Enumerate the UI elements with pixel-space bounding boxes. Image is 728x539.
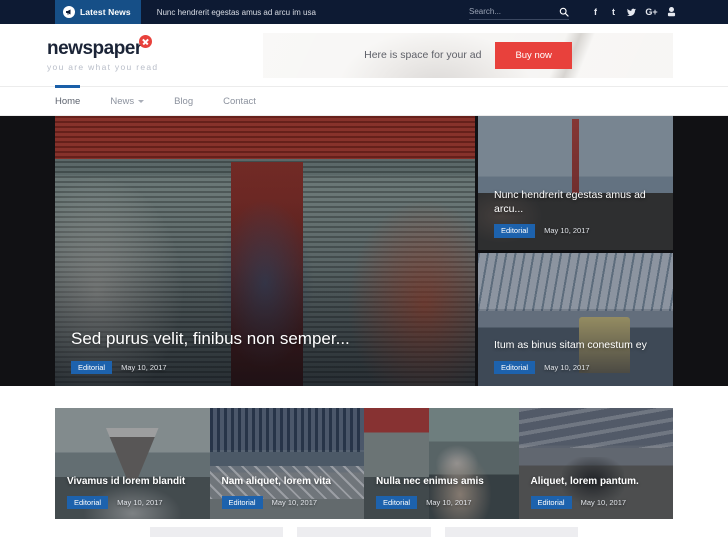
nav-item-blog-label: Blog <box>174 95 194 107</box>
card-title[interactable]: Nulla nec enimus amis <box>376 475 507 489</box>
nav-item-news[interactable]: News <box>95 86 159 116</box>
hero-main-caption: Sed purus velit, finibus non semper... E… <box>55 328 475 386</box>
twitter-icon[interactable] <box>627 6 636 18</box>
publish-date: May 10, 2017 <box>426 497 472 507</box>
hero-side-1-caption: Nunc hendrerit egestas amus ad arcu... E… <box>478 188 673 250</box>
topbar-left-spacer <box>0 0 55 24</box>
brand-name: newspaper <box>47 37 142 59</box>
category-badge[interactable]: Editorial <box>530 495 572 509</box>
article-card[interactable]: Vivamus id lorem blandit Editorial May 1… <box>55 408 210 519</box>
category-badge[interactable]: Editorial <box>376 495 418 509</box>
next-section-placeholder <box>444 527 578 537</box>
social-links: f t G+ <box>591 0 728 24</box>
x-circle-icon <box>138 34 152 48</box>
chevron-down-icon <box>138 100 145 103</box>
next-section-placeholder <box>150 527 284 537</box>
youtube-icon[interactable] <box>667 6 676 18</box>
publish-date: May 10, 2017 <box>117 497 163 507</box>
hero-side-column: Nunc hendrerit egestas amus ad arcu... E… <box>478 116 673 386</box>
nav-item-contact[interactable]: Contact <box>208 86 271 116</box>
nav-item-blog[interactable]: Blog <box>159 86 208 116</box>
card-caption: Nulla nec enimus amis Editorial May 10, … <box>364 475 519 519</box>
article-card-row: Vivamus id lorem blandit Editorial May 1… <box>0 386 728 519</box>
publish-date: May 10, 2017 <box>544 226 590 236</box>
category-badge[interactable]: Editorial <box>494 360 536 374</box>
latest-news-tag[interactable]: Latest News <box>55 0 141 24</box>
buy-now-button[interactable]: Buy now <box>495 41 572 69</box>
card-meta: Editorial May 10, 2017 <box>221 495 353 509</box>
facebook-icon[interactable]: f <box>591 6 600 18</box>
main-navigation: Home News Blog Contact <box>0 85 728 116</box>
search-icon[interactable] <box>559 7 569 17</box>
publish-date: May 10, 2017 <box>544 362 590 372</box>
google-plus-icon[interactable]: G+ <box>645 6 658 18</box>
top-bar: Latest News Nunc hendrerit egestas amus … <box>0 0 728 24</box>
latest-news-label: Latest News <box>80 7 131 17</box>
ad-content: Here is space for your ad Buy now <box>364 41 572 69</box>
megaphone-icon <box>63 6 75 18</box>
article-card[interactable]: Aliquet, lorem pantum. Editorial May 10,… <box>518 408 674 519</box>
card-caption: Vivamus id lorem blandit Editorial May 1… <box>55 475 210 519</box>
nav-item-home[interactable]: Home <box>47 85 95 116</box>
hero-side-1-meta: Editorial May 10, 2017 <box>494 224 657 238</box>
card-meta: Editorial May 10, 2017 <box>530 495 662 509</box>
card-meta: Editorial May 10, 2017 <box>67 495 198 509</box>
article-card[interactable]: Nam aliquet, lorem vita Editorial May 10… <box>209 408 365 519</box>
hero-main-meta: Editorial May 10, 2017 <box>71 360 459 374</box>
hero-main-title[interactable]: Sed purus velit, finibus non semper... <box>71 328 459 351</box>
hero-side-2-caption: Itum as binus sitam conestum ey Editoria… <box>478 338 673 386</box>
category-badge[interactable]: Editorial <box>221 495 263 509</box>
nav-item-home-label: Home <box>55 95 81 107</box>
hero-side-article-1[interactable]: Nunc hendrerit egestas amus ad arcu... E… <box>478 116 673 250</box>
category-badge[interactable]: Editorial <box>494 224 536 238</box>
brand-tagline: you are what you read <box>47 61 159 72</box>
card-meta: Editorial May 10, 2017 <box>376 495 507 509</box>
card-caption: Aliquet, lorem pantum. Editorial May 10,… <box>519 475 674 519</box>
site-logo[interactable]: newspaper you are what you read <box>47 34 159 72</box>
ad-banner[interactable]: Here is space for your ad Buy now <box>263 32 673 78</box>
category-badge[interactable]: Editorial <box>67 495 109 509</box>
tumblr-icon[interactable]: t <box>609 6 618 18</box>
article-card[interactable]: Nulla nec enimus amis Editorial May 10, … <box>364 408 519 519</box>
nav-item-contact-label: Contact <box>223 95 256 107</box>
hero-featured-article[interactable]: Sed purus velit, finibus non semper... E… <box>55 116 475 386</box>
hero-side-1-title[interactable]: Nunc hendrerit egestas amus ad arcu... <box>494 188 657 216</box>
search-box[interactable] <box>469 5 569 20</box>
nav-item-news-label: News <box>110 95 135 107</box>
hero-section: Sed purus velit, finibus non semper... E… <box>0 116 728 386</box>
hero-side-2-title[interactable]: Itum as binus sitam conestum ey <box>494 338 657 352</box>
search-input[interactable] <box>469 7 559 16</box>
next-section-placeholder <box>297 527 431 537</box>
card-title[interactable]: Vivamus id lorem blandit <box>67 475 198 489</box>
card-title[interactable]: Nam aliquet, lorem vita <box>222 475 353 489</box>
publish-date: May 10, 2017 <box>580 497 627 507</box>
category-badge[interactable]: Editorial <box>71 360 113 374</box>
ad-text: Here is space for your ad <box>364 49 482 61</box>
hero-side-2-meta: Editorial May 10, 2017 <box>494 360 657 374</box>
publish-date: May 10, 2017 <box>271 497 318 507</box>
site-header: newspaper you are what you read Here is … <box>0 24 728 86</box>
hero-side-article-2[interactable]: Itum as binus sitam conestum ey Editoria… <box>478 252 673 386</box>
brand-row: newspaper <box>47 34 158 59</box>
card-title[interactable]: Aliquet, lorem pantum. <box>531 475 662 489</box>
publish-date: May 10, 2017 <box>121 362 167 372</box>
next-section-peek <box>0 519 728 537</box>
card-caption: Nam aliquet, lorem vita Editorial May 10… <box>210 475 365 519</box>
news-ticker-text[interactable]: Nunc hendrerit egestas amus ad arcu im u… <box>141 0 316 24</box>
